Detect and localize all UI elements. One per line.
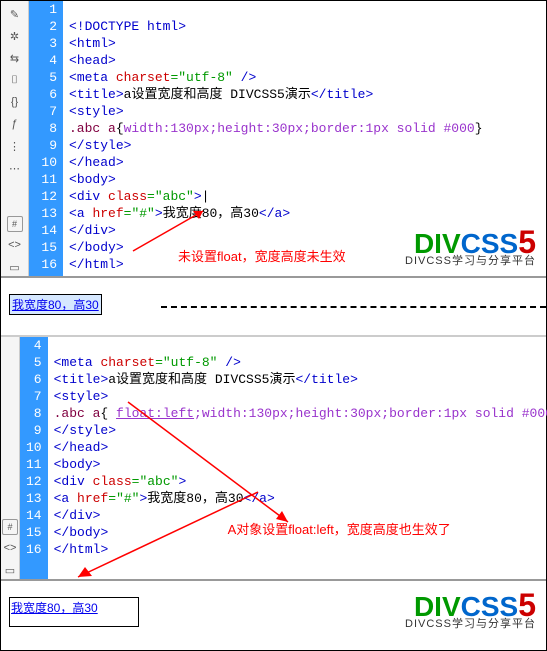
tool-toggle-icon[interactable]: ▭ [6,258,24,276]
tool-code2-icon[interactable]: <> [1,539,19,557]
annotation-top: 未设置float，宽度高度未生效 [178,246,346,265]
line-gutter-bottom: 45678910111213141516 [20,337,48,579]
tool-code-icon[interactable]: <> [6,236,24,254]
tool-tree-icon[interactable]: ⌷ [6,71,24,89]
tool-toggle2-icon[interactable]: ▭ [1,561,19,579]
editor-toolbar-top: ✎ ✲ ⇆ ⌷ {} ƒ ⋮ ⋯ # <> ▭ [1,1,29,276]
tool-dots-icon[interactable]: ⋮ [6,137,24,155]
logo-top: DIVCSS5 DIVCSS学习与分享平台 [405,226,536,267]
tool-gear-icon[interactable]: ✲ [6,27,24,45]
tool-a2-icon[interactable]: # [2,519,18,535]
tool-brackets-icon[interactable]: {} [6,93,24,111]
line-gutter-top: 12345678910111213141516 [29,1,63,276]
preview-top: 我宽度80，高30 [1,276,546,336]
tool-edit-icon[interactable]: ✎ [6,5,24,23]
logo-bottom: DIVCSS5 DIVCSS学习与分享平台 [405,589,536,630]
tool-a-icon[interactable]: # [7,216,23,232]
tool-dots2-icon[interactable]: ⋯ [6,159,24,177]
editor-toolbar-bottom: # <> ▭ [1,337,20,579]
tool-fn-icon[interactable]: ƒ [6,115,24,133]
preview-link-bottom[interactable]: 我宽度80，高30 [9,597,139,627]
preview-bottom: 我宽度80，高30 DIVCSS5 DIVCSS学习与分享平台 [1,579,546,649]
dash-line [161,306,546,308]
tool-fold-icon[interactable]: ⇆ [6,49,24,67]
preview-link-top[interactable]: 我宽度80，高30 [9,294,102,315]
annotation-bottom: A对象设置float:left，宽度高度也生效了 [228,519,451,538]
